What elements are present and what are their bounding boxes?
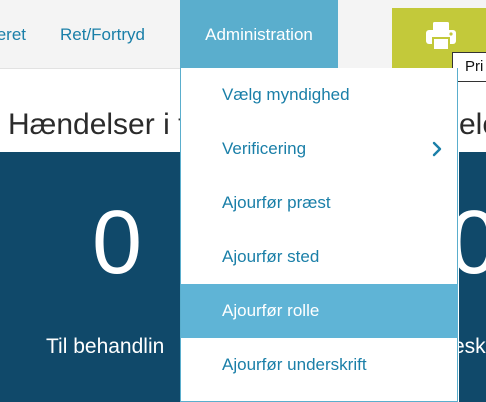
printer-icon: [426, 22, 456, 50]
page-heading-right-fragment: ele: [459, 108, 486, 142]
page-heading: Hændelser i t: [8, 108, 187, 141]
menu-item-label: Ajourfør underskrift: [222, 355, 367, 374]
heading-fragment-text: ele: [459, 108, 486, 141]
menu-item-label: Ajourfør præst: [222, 193, 331, 212]
stat-count: 0: [92, 193, 143, 293]
nav-item-label: eret: [0, 25, 26, 44]
stat-tile-til-behandling[interactable]: 0 Til behandlin: [0, 152, 180, 402]
stat-label: Til behandlin: [46, 335, 165, 358]
menu-item-ajourfoer-sted[interactable]: Ajourfør sted: [181, 230, 458, 284]
menu-item-ajourfoer-praest[interactable]: Ajourfør præst: [181, 176, 458, 230]
menu-item-label: Verificering: [222, 139, 307, 158]
menu-item-label: Ajourfør rolle: [222, 301, 320, 320]
menu-item-ajourfoer-rolle[interactable]: Ajourfør rolle: [181, 284, 458, 338]
nav-item-administration[interactable]: Administration: [180, 0, 338, 68]
menu-item-vaelg-myndighed[interactable]: Vælg myndighed: [181, 68, 458, 122]
menu-item-label: Vælg myndighed: [222, 85, 350, 104]
nav-item-ret-fortryd[interactable]: Ret/Fortryd: [60, 0, 145, 68]
stat-tile-right[interactable]: 0 esk: [459, 152, 486, 402]
stat-count: 0: [459, 193, 486, 293]
menu-item-label: Ajourfør sted: [222, 247, 320, 266]
menu-item-verificering[interactable]: Verificering: [181, 122, 458, 176]
menu-item-ajourfoer-underskrift[interactable]: Ajourfør underskrift: [181, 338, 458, 392]
stat-label: esk: [459, 335, 486, 358]
top-navigation-bar: eret Ret/Fortryd Administration: [0, 0, 486, 69]
administration-dropdown-menu: Vælg myndighed Verificering Ajourfør præ…: [180, 68, 458, 402]
chevron-right-icon: [432, 141, 442, 157]
nav-item-truncated[interactable]: eret: [0, 0, 40, 68]
